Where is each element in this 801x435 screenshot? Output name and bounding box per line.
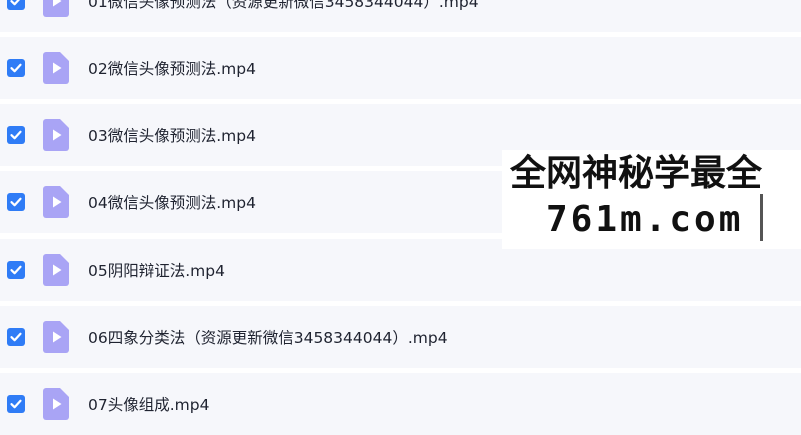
file-name[interactable]: 05阴阳辩证法.mp4 [88,259,225,281]
checkbox-checked[interactable] [7,0,25,10]
video-file-icon [43,186,69,218]
file-row[interactable]: 07头像组成.mp4 [0,373,801,435]
text-cursor [760,194,763,241]
video-file-icon [43,388,69,420]
checkmark-icon [10,197,22,207]
video-file-icon [43,254,69,286]
file-name[interactable]: 04微信头像预测法.mp4 [88,191,256,213]
checkbox-checked[interactable] [7,59,25,77]
checkmark-icon [10,265,22,275]
file-row[interactable]: 02微信头像预测法.mp4 [0,37,801,99]
checkbox-checked[interactable] [7,328,25,346]
watermark-title: 全网神秘学最全 [510,153,763,194]
file-name[interactable]: 03微信头像预测法.mp4 [88,124,256,146]
file-name[interactable]: 02微信头像预测法.mp4 [88,57,256,79]
video-file-icon [43,52,69,84]
file-row[interactable]: 01微信头像预测法（资源更新微信3458344044）.mp4 [0,0,801,32]
checkbox-checked[interactable] [7,261,25,279]
checkmark-icon [10,399,22,409]
checkmark-icon [10,332,22,342]
file-name[interactable]: 01微信头像预测法（资源更新微信3458344044）.mp4 [88,0,479,12]
checkmark-icon [10,0,20,6]
file-row[interactable]: 06四象分类法（资源更新微信3458344044）.mp4 [0,306,801,368]
watermark-url: 761m.com [546,199,744,240]
checkmark-icon [10,63,22,73]
file-name[interactable]: 07头像组成.mp4 [88,393,209,415]
watermark-overlay: 全网神秘学最全 761m.com [502,150,801,249]
checkbox-checked[interactable] [7,395,25,413]
video-file-icon [43,0,69,17]
checkbox-checked[interactable] [7,193,25,211]
video-file-icon [43,321,69,353]
file-name[interactable]: 06四象分类法（资源更新微信3458344044）.mp4 [88,326,448,348]
checkbox-checked[interactable] [7,126,25,144]
checkmark-icon [10,130,22,140]
video-file-icon [43,119,69,151]
